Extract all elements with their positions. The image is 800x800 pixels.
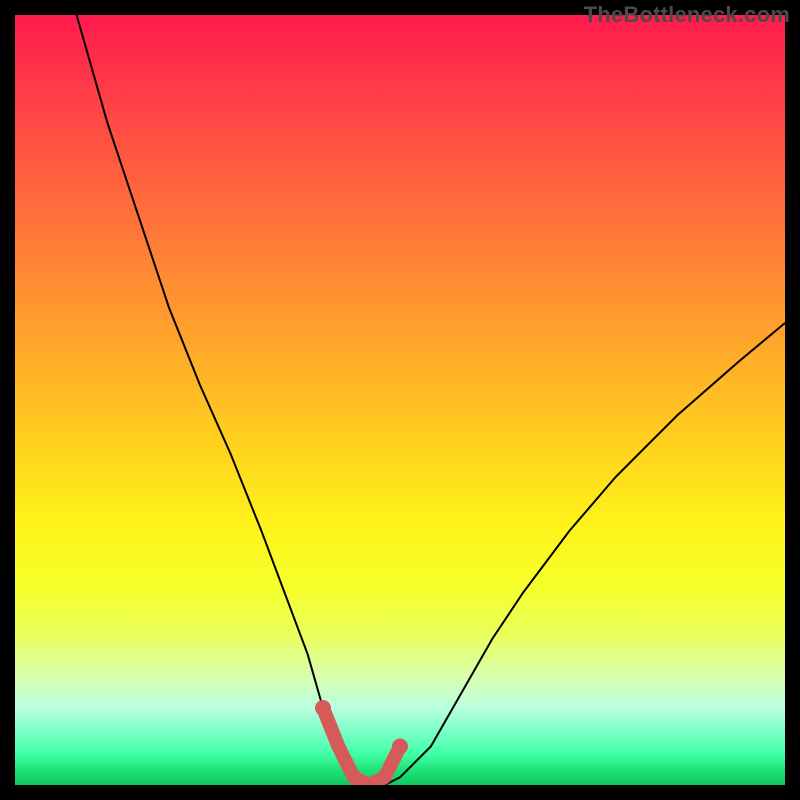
marker-right bbox=[392, 739, 408, 755]
plot-area bbox=[15, 15, 785, 785]
marker-layer bbox=[15, 15, 785, 785]
watermark-text: TheBottleneck.com bbox=[584, 2, 790, 28]
chart-frame: TheBottleneck.com bbox=[0, 0, 800, 800]
marker-left bbox=[315, 700, 331, 716]
